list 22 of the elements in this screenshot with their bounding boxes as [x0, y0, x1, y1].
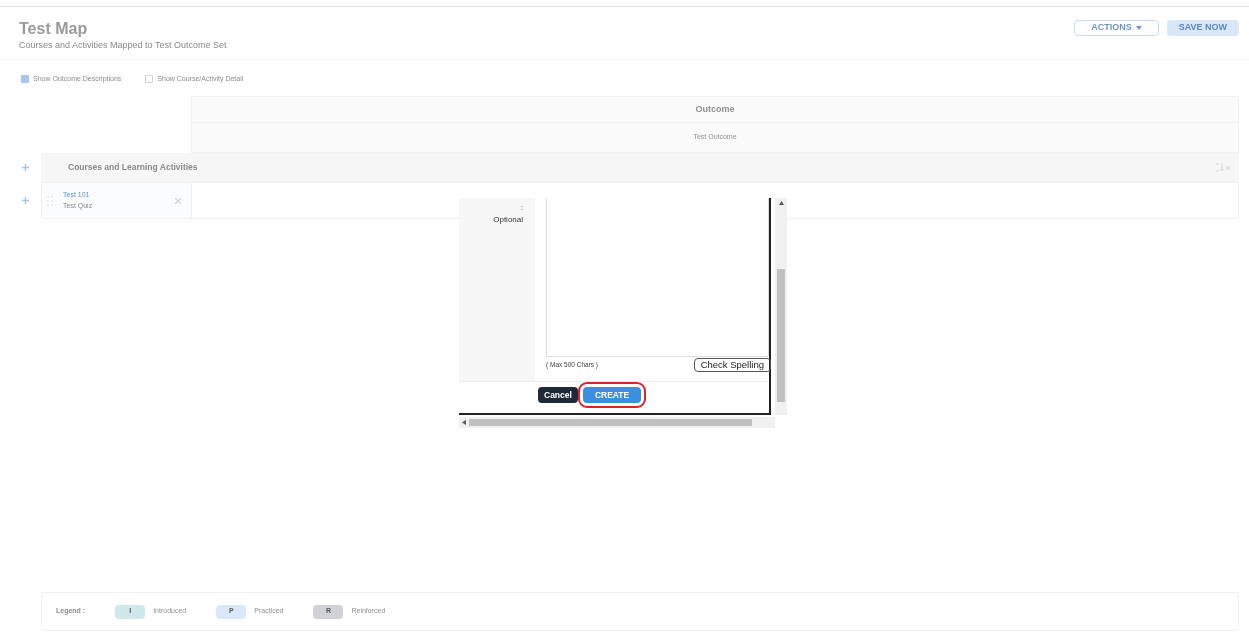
page-title: Test Map	[19, 19, 89, 39]
field-label: Optional	[493, 214, 523, 226]
page-subtitle: Courses and Activities Mapped to Test Outcome Set	[19, 39, 227, 52]
close-icon[interactable]	[175, 197, 181, 204]
checkbox[interactable]	[145, 74, 154, 83]
add-icon[interactable]	[22, 197, 29, 204]
column-heading: Courses and Learning Activities	[68, 161, 198, 174]
caret-icon	[1135, 26, 1142, 30]
checkbox[interactable]	[21, 74, 29, 83]
up-arrow-icon[interactable]	[778, 201, 784, 205]
vertical-scrollbar[interactable]	[775, 198, 787, 415]
sort-icon[interactable]	[1215, 163, 1231, 172]
add-icon[interactable]	[22, 164, 29, 171]
outcome-heading: Outcome	[192, 97, 1238, 123]
spell-check-button[interactable]: Check Spelling	[693, 358, 771, 372]
save-button[interactable]: SAVE NOW	[1166, 20, 1239, 36]
actions-button[interactable]: ACTIONS	[1074, 20, 1159, 36]
horizontal-scrollbar[interactable]	[459, 417, 775, 428]
cancel-button[interactable]: Cancel	[538, 387, 578, 403]
left-arrow-icon[interactable]	[462, 420, 466, 425]
description-field[interactable]	[546, 198, 769, 357]
colon-text: :	[520, 202, 523, 214]
